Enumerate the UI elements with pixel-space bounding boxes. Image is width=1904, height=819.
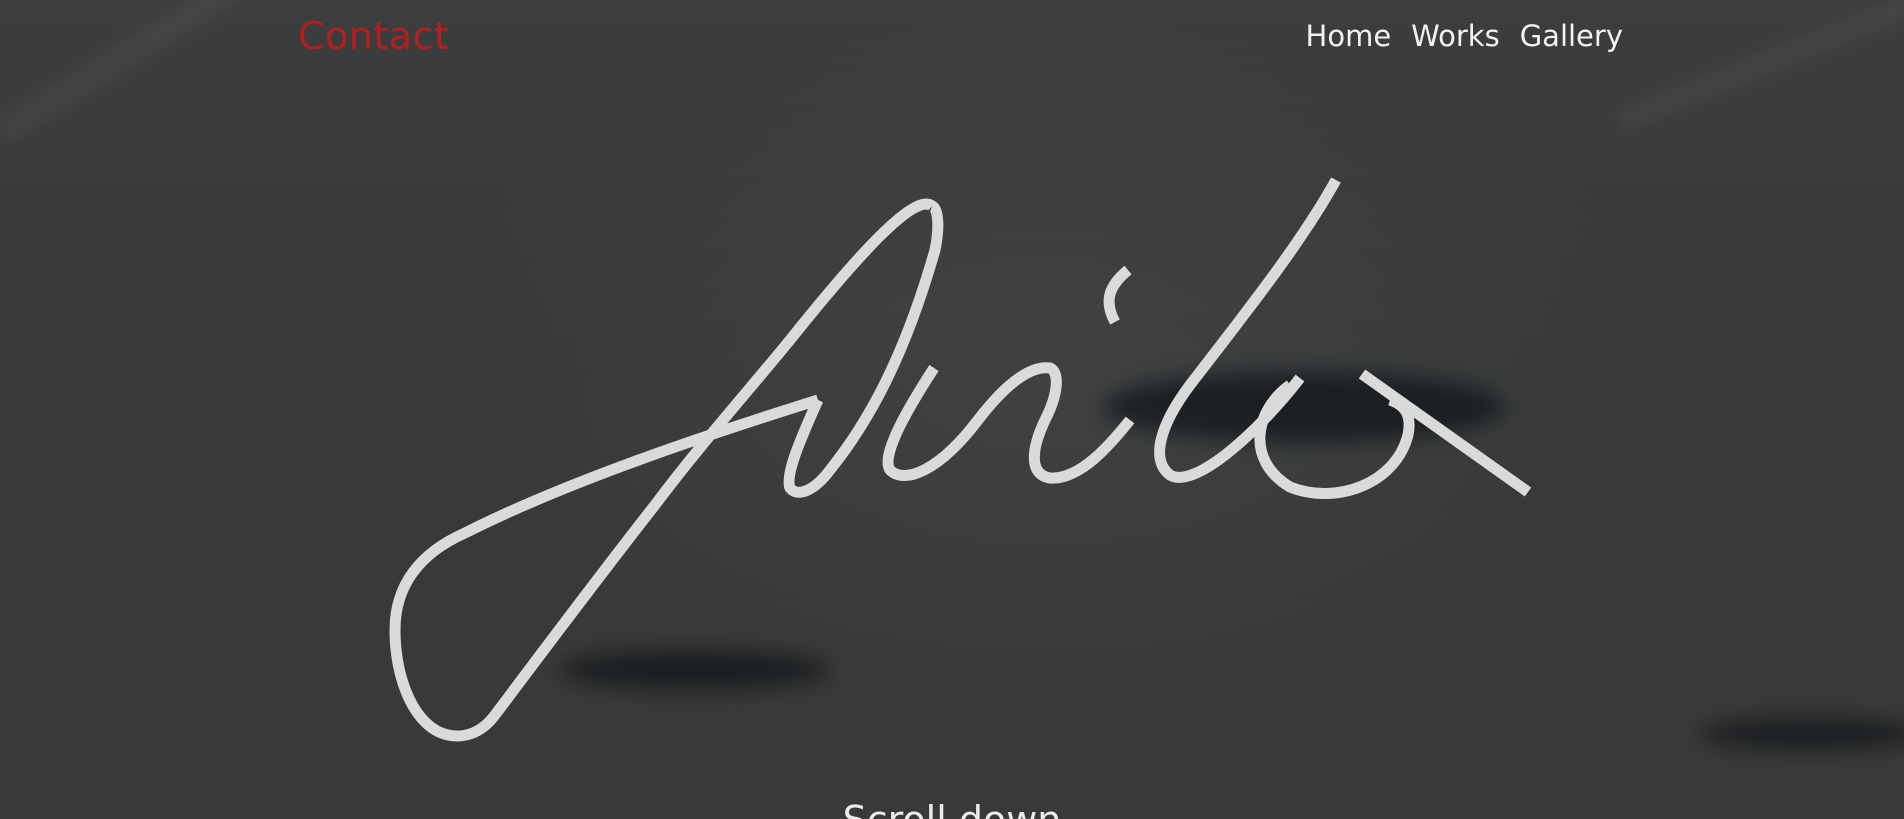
signature-stroke-i-dot [1103,265,1132,325]
signature-stroke-a-loop [389,198,936,742]
signature-stroke-k [1154,177,1341,483]
signature-logo [389,177,1532,742]
scroll-down-label: Scroll down [0,796,1904,819]
signature-stroke-v [882,362,1135,484]
